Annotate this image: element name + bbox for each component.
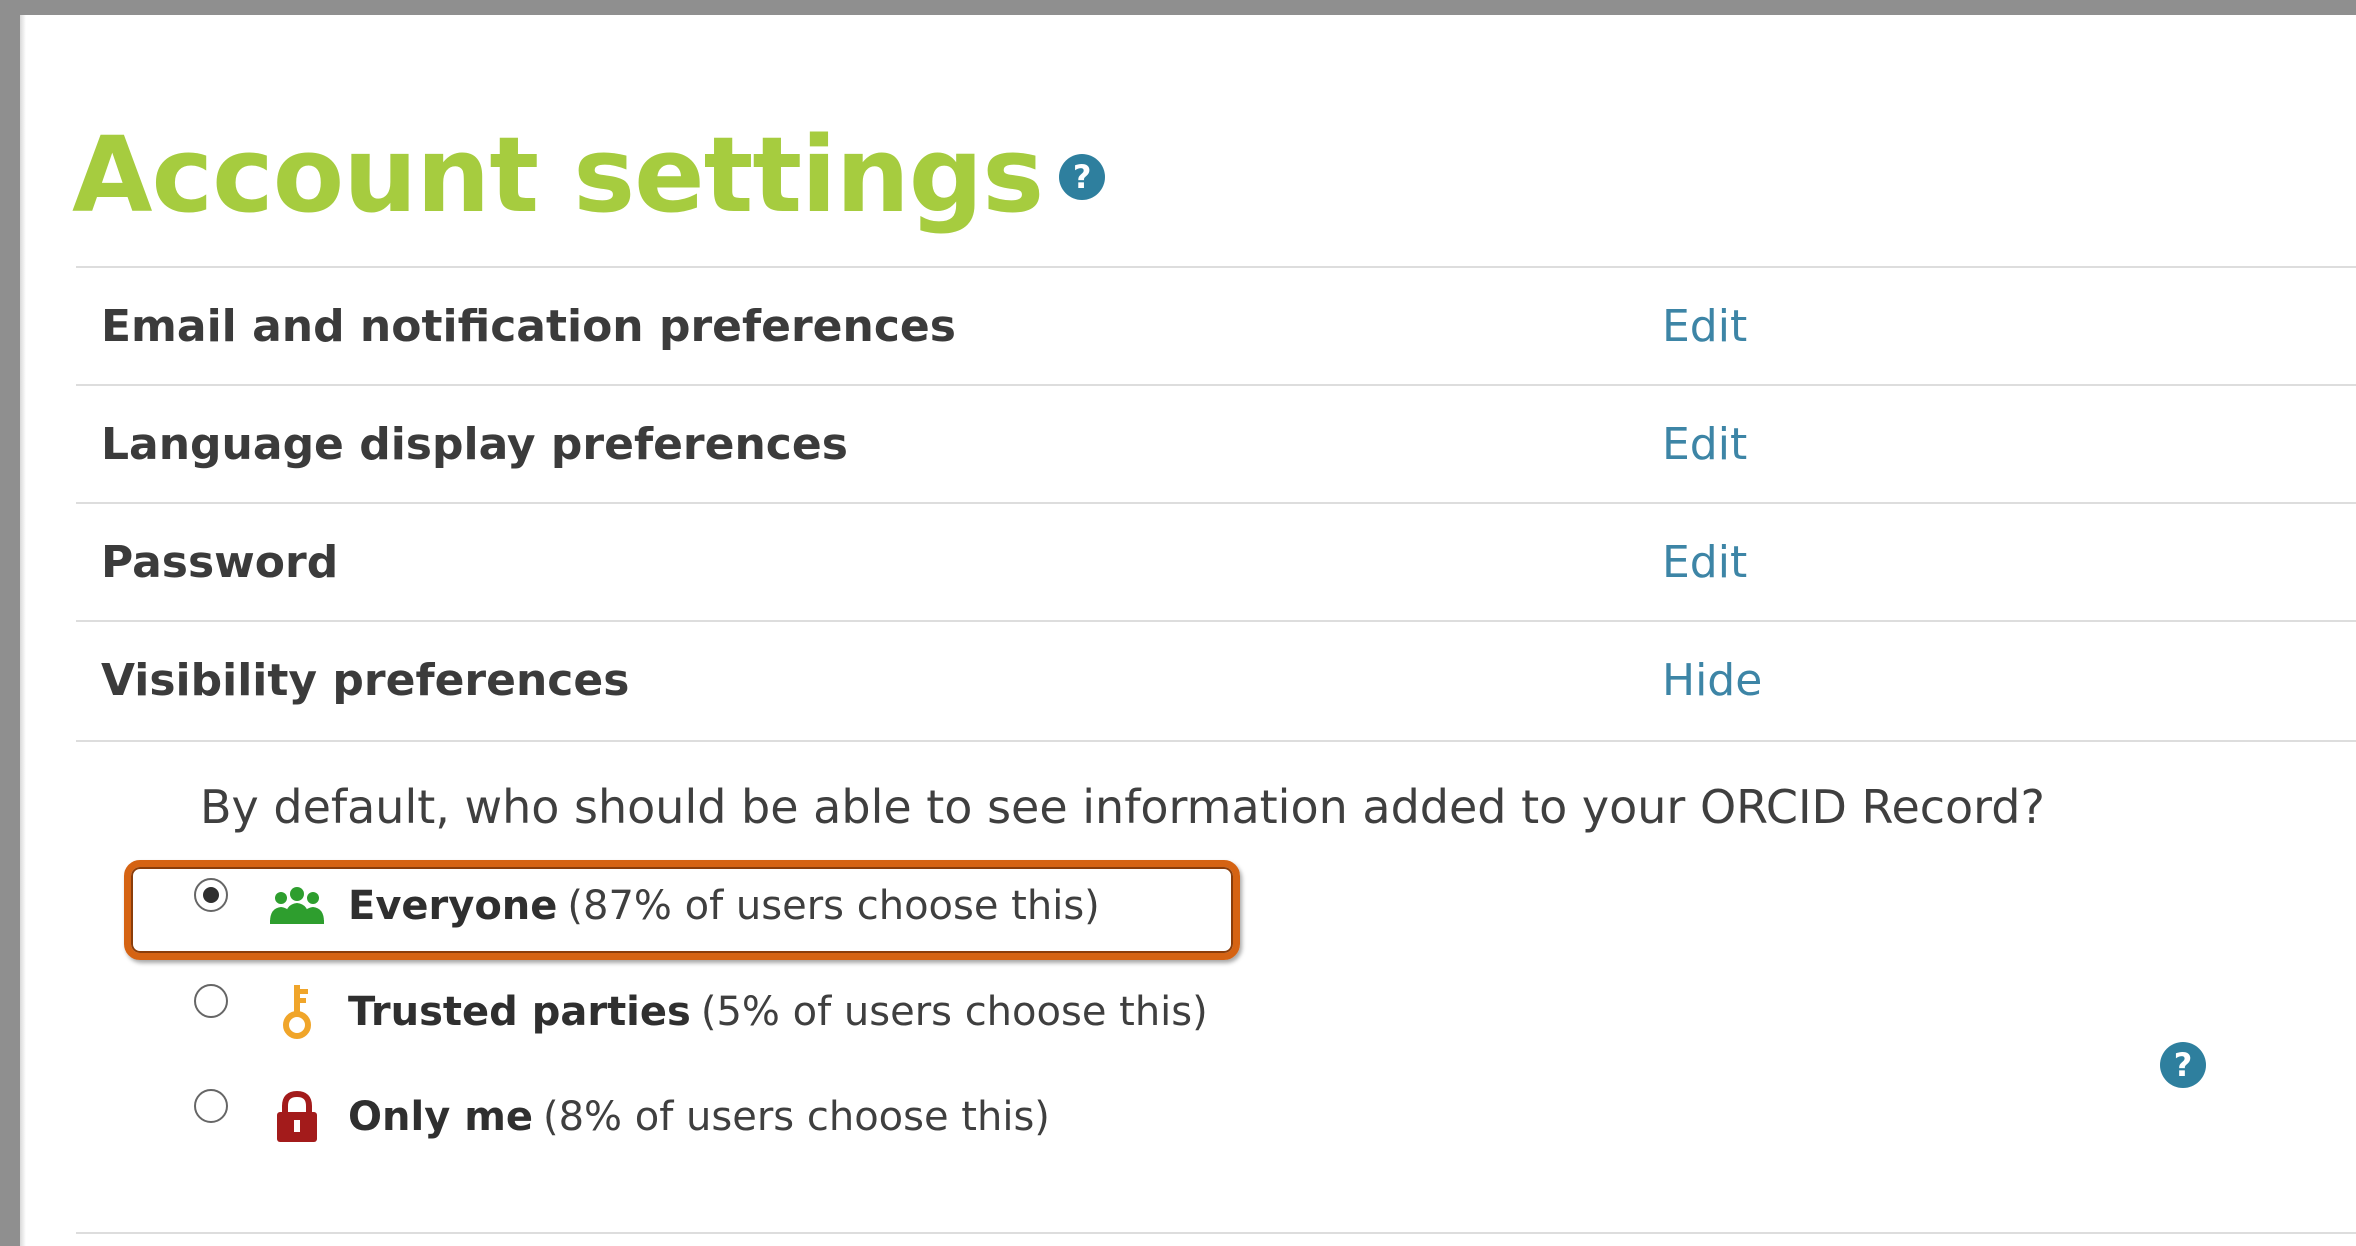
settings-row-language: Language display preferences Edit [76, 384, 2356, 502]
hide-visibility-link[interactable]: Hide [1662, 622, 1762, 740]
option-stat: (5% of users choose this) [700, 989, 1208, 1035]
edit-language-link[interactable]: Edit [1662, 386, 1747, 504]
settings-list: Email and notification preferences Edit … [76, 266, 2356, 738]
settings-row-label: Password [101, 537, 339, 588]
lock-icon [268, 1090, 326, 1144]
key-icon [268, 985, 326, 1039]
radio-trusted-parties[interactable] [194, 984, 228, 1018]
option-stat: (8% of users choose this) [543, 1094, 1050, 1140]
settings-row-label: Email and notification preferences [101, 301, 956, 352]
visibility-option-everyone[interactable]: Everyone (87% of users choose this) [194, 876, 1100, 936]
visibility-option-only-me[interactable]: Only me (8% of users choose this) [194, 1087, 1050, 1147]
option-stat: (87% of users choose this) [567, 883, 1100, 929]
group-icon [268, 879, 326, 933]
settings-row-label: Language display preferences [101, 419, 848, 470]
option-name: Only me [348, 1094, 533, 1140]
help-icon[interactable]: ? [1059, 154, 1106, 200]
frame-shadow [20, 15, 26, 1246]
settings-row-label: Visibility preferences [101, 655, 630, 706]
radio-everyone[interactable] [194, 878, 228, 912]
edit-password-link[interactable]: Edit [1662, 504, 1747, 622]
page-title: Account settings [72, 114, 1044, 236]
radio-only-me[interactable] [194, 1089, 228, 1123]
settings-row-visibility: Visibility preferences Hide [76, 620, 2356, 738]
settings-row-password: Password Edit [76, 502, 2356, 620]
edit-email-link[interactable]: Edit [1662, 268, 1747, 386]
settings-row-email: Email and notification preferences Edit [76, 266, 2356, 384]
visibility-panel: By default, who should be able to see in… [76, 740, 2356, 1234]
page-header: Account settings ? [72, 100, 1106, 250]
option-name: Everyone [348, 883, 558, 929]
help-icon[interactable]: ? [2160, 1042, 2206, 1088]
visibility-option-trusted[interactable]: Trusted parties (5% of users choose this… [194, 982, 1208, 1042]
visibility-question: By default, who should be able to see in… [200, 780, 2045, 834]
option-name: Trusted parties [348, 989, 691, 1035]
